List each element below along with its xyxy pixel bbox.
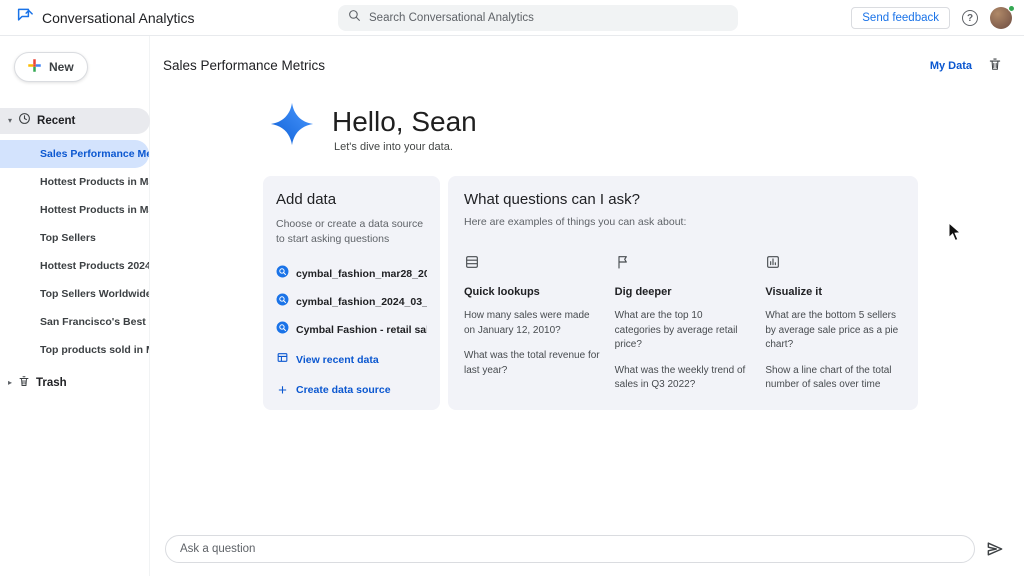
data-source-icon bbox=[276, 293, 289, 311]
question-columns: Quick lookups How many sales were made o… bbox=[464, 254, 902, 393]
question-column-title: Quick lookups bbox=[464, 286, 601, 298]
app-logo-icon bbox=[16, 6, 34, 29]
send-button[interactable] bbox=[985, 539, 1005, 559]
data-source-label: Cymbal Fashion - retail sales ... bbox=[296, 324, 427, 336]
recent-items-list: Sales Performance Met... Hottest Product… bbox=[0, 140, 149, 364]
view-recent-data-link[interactable]: View recent data bbox=[276, 346, 427, 374]
bar-chart-icon bbox=[765, 257, 781, 274]
data-source-item[interactable]: cymbal_fashion_2024_03_28 bbox=[276, 288, 427, 316]
data-source-label: cymbal_fashion_2024_03_28 bbox=[296, 296, 427, 308]
sidebar-item-trash[interactable]: ▸ Trash bbox=[0, 370, 149, 396]
table-rows-icon bbox=[464, 257, 480, 274]
app-title: Conversational Analytics bbox=[42, 10, 195, 26]
sidebar-item[interactable]: Top Sellers Worldwide bbox=[0, 280, 149, 308]
help-icon[interactable]: ? bbox=[962, 10, 978, 26]
data-source-label: cymbal_fashion_mar28_2024... bbox=[296, 268, 427, 280]
new-button[interactable]: New bbox=[14, 52, 88, 82]
question-composer bbox=[165, 535, 1005, 563]
new-button-label: New bbox=[49, 60, 74, 74]
question-example[interactable]: What was the weekly trend of sales in Q3… bbox=[615, 364, 752, 393]
question-example[interactable]: Show a line chart of the total number of… bbox=[765, 364, 902, 393]
flag-icon bbox=[615, 257, 631, 274]
header-brand: Conversational Analytics bbox=[0, 6, 195, 29]
delete-conversation-icon[interactable] bbox=[988, 57, 1002, 76]
header-actions: Send feedback ? bbox=[851, 0, 1012, 36]
multicolor-plus-icon bbox=[27, 58, 42, 76]
question-example[interactable]: What was the total revenue for last year… bbox=[464, 349, 601, 378]
recent-section-header[interactable]: ▾ Recent bbox=[0, 108, 150, 134]
data-source-list: cymbal_fashion_mar28_2024... cymbal_fash… bbox=[276, 260, 427, 344]
question-column-title: Visualize it bbox=[765, 286, 902, 298]
recent-section-label: Recent bbox=[37, 115, 75, 127]
app-window: Conversational Analytics Send feedback ? bbox=[0, 0, 1024, 576]
data-source-item[interactable]: cymbal_fashion_mar28_2024... bbox=[276, 260, 427, 288]
greeting-title: Hello, Sean bbox=[332, 106, 477, 138]
sidebar-item[interactable]: Top products sold in Ma... bbox=[0, 336, 149, 364]
plus-icon: + bbox=[276, 383, 289, 398]
data-source-icon bbox=[276, 321, 289, 339]
sidebar-item[interactable]: Hottest Products in Mar... bbox=[0, 196, 149, 224]
question-example[interactable]: What are the bottom 5 sellers by average… bbox=[765, 309, 902, 353]
gemini-spark-icon bbox=[270, 102, 314, 151]
question-column-title: Dig deeper bbox=[615, 286, 752, 298]
trash-icon bbox=[18, 374, 30, 392]
chevron-down-icon: ▾ bbox=[8, 117, 12, 125]
sidebar-item[interactable]: Hottest Products in Mar... bbox=[0, 168, 149, 196]
create-data-source-link[interactable]: + Create data source bbox=[276, 376, 427, 404]
question-column-visualize-it: Visualize it What are the bottom 5 selle… bbox=[765, 254, 902, 393]
chevron-right-icon: ▸ bbox=[8, 379, 12, 387]
presence-dot bbox=[1008, 5, 1015, 12]
avatar[interactable] bbox=[990, 7, 1012, 29]
sidebar-item[interactable]: San Francisco's Best Se... bbox=[0, 308, 149, 336]
global-search[interactable] bbox=[338, 5, 738, 31]
questions-card: What questions can I ask? Here are examp… bbox=[448, 176, 918, 410]
app-header: Conversational Analytics Send feedback ? bbox=[0, 0, 1024, 36]
trash-label: Trash bbox=[36, 377, 67, 389]
data-source-icon bbox=[276, 265, 289, 283]
main-content: Sales Performance Metrics My Data Hello,… bbox=[150, 36, 1024, 576]
sidebar-item[interactable]: Top Sellers bbox=[0, 224, 149, 252]
sidebar-item[interactable]: Hottest Products 2024-... bbox=[0, 252, 149, 280]
table-grid-icon bbox=[276, 351, 289, 369]
data-source-item[interactable]: Cymbal Fashion - retail sales ... bbox=[276, 316, 427, 344]
page-title: Sales Performance Metrics bbox=[163, 58, 325, 73]
question-example[interactable]: What are the top 10 categories by averag… bbox=[615, 309, 752, 353]
question-column-dig-deeper: Dig deeper What are the top 10 categorie… bbox=[615, 254, 752, 393]
question-column-quick-lookups: Quick lookups How many sales were made o… bbox=[464, 254, 601, 393]
questions-card-title: What questions can I ask? bbox=[464, 191, 902, 208]
add-data-description: Choose or create a data source to start … bbox=[276, 217, 427, 247]
search-input[interactable] bbox=[369, 12, 728, 24]
questions-card-subtitle: Here are examples of things you can ask … bbox=[464, 216, 902, 228]
add-data-card: Add data Choose or create a data source … bbox=[263, 176, 440, 410]
view-recent-data-label: View recent data bbox=[296, 354, 379, 366]
create-data-source-label: Create data source bbox=[296, 384, 391, 396]
question-example[interactable]: How many sales were made on January 12, … bbox=[464, 309, 601, 338]
cards-row: Add data Choose or create a data source … bbox=[263, 176, 918, 410]
ask-question-input[interactable] bbox=[165, 535, 975, 563]
sidebar: New ▾ Recent Sales Performance Met... Ho… bbox=[0, 36, 150, 576]
my-data-link[interactable]: My Data bbox=[930, 60, 972, 72]
clock-icon bbox=[18, 112, 31, 130]
send-feedback-button[interactable]: Send feedback bbox=[851, 7, 950, 29]
add-data-title: Add data bbox=[276, 191, 427, 208]
sidebar-item[interactable]: Sales Performance Met... bbox=[0, 140, 149, 168]
search-icon bbox=[348, 9, 361, 27]
greeting-subtitle: Let's dive into your data. bbox=[334, 141, 453, 153]
